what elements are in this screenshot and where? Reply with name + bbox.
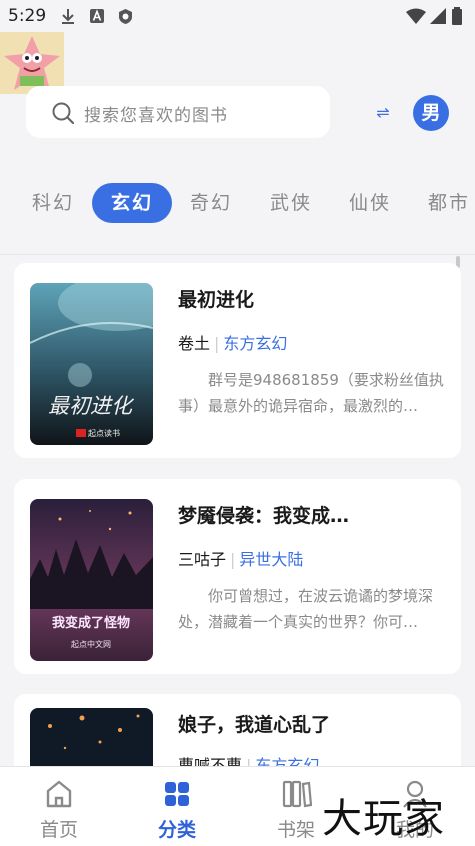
search-icon bbox=[52, 102, 74, 124]
battery-icon bbox=[452, 7, 462, 25]
tab-scifi[interactable]: 科幻 bbox=[32, 183, 74, 223]
book-genre[interactable]: 异世大陆 bbox=[239, 550, 303, 569]
book-cover: 最初进化 起点读书 bbox=[30, 283, 153, 445]
tab-xianxia[interactable]: 仙侠 bbox=[349, 183, 391, 223]
book-cover: 我变成了怪物 起点中文网 bbox=[30, 499, 153, 661]
download-icon bbox=[62, 9, 74, 24]
app-a-icon bbox=[90, 9, 104, 23]
book-intro: 群号是948681859（要求粉丝值执事）最意外的诡异宿命，最激烈的… bbox=[178, 371, 444, 415]
nav-home[interactable]: 首页 bbox=[0, 767, 118, 846]
cover-title-text: 我变成了怪物 bbox=[52, 615, 130, 631]
book-title: 娘子，我道心乱了 bbox=[178, 714, 331, 736]
patrick-avatar-sticker bbox=[0, 32, 64, 94]
book-author: 三咕子 bbox=[178, 550, 227, 569]
search-placeholder: 搜索您喜欢的图书 bbox=[84, 106, 228, 126]
gender-toggle-button[interactable]: 男 bbox=[413, 95, 449, 131]
cover-brand-text: 起点中文网 bbox=[71, 639, 111, 649]
book-title: 梦魇侵袭：我变成… bbox=[178, 505, 350, 527]
signal-icon bbox=[430, 8, 446, 24]
watermark-logo: 大玩家 bbox=[322, 796, 445, 842]
tab-wuxia[interactable]: 武侠 bbox=[270, 183, 312, 223]
category-tabs: 科幻 玄幻 奇幻 武侠 仙侠 都市 bbox=[0, 183, 475, 223]
nav-home-label: 首页 bbox=[39, 819, 78, 841]
book-card[interactable]: 最初进化 起点读书 最初进化 卷土 | 东方玄幻 群号是948681859（要求粉丝… bbox=[14, 263, 461, 458]
search-input[interactable]: 搜索您喜欢的图书 bbox=[26, 86, 330, 138]
status-bar: 5:29 bbox=[0, 0, 475, 32]
nav-category[interactable]: 分类 bbox=[118, 767, 236, 846]
tab-urban[interactable]: 都市 bbox=[428, 183, 475, 223]
status-time: 5:29 bbox=[8, 6, 47, 26]
shield-app-icon bbox=[119, 9, 132, 24]
wifi-icon bbox=[406, 8, 426, 24]
swap-icon[interactable]: ⇌ bbox=[372, 102, 394, 124]
book-title: 最初进化 bbox=[178, 289, 255, 311]
cover-brand-text: 起点读书 bbox=[88, 428, 120, 438]
nav-category-label: 分类 bbox=[157, 819, 196, 841]
tab-fantasy[interactable]: 奇幻 bbox=[190, 183, 232, 223]
book-card[interactable]: 我变成了怪物 起点中文网 梦魇侵袭：我变成… 三咕子 | 异世大陆 你可曾想过，在波… bbox=[14, 479, 461, 674]
bookshelf-icon bbox=[282, 780, 312, 808]
book-author: 卷土 bbox=[178, 334, 211, 353]
divider bbox=[0, 254, 475, 255]
book-meta: 卷土 | 东方玄幻 bbox=[178, 330, 287, 354]
cover-title-text: 最初进化 bbox=[48, 394, 135, 418]
book-intro: 你可曾想过，在波云诡谲的梦境深处，潜藏着一个真实的世界？你可… bbox=[178, 587, 434, 631]
book-genre[interactable]: 东方玄幻 bbox=[223, 334, 287, 353]
book-meta: 三咕子 | 异世大陆 bbox=[178, 546, 303, 570]
meta-separator: | bbox=[230, 550, 236, 569]
grid-icon bbox=[165, 782, 189, 806]
meta-separator: | bbox=[214, 334, 220, 353]
tab-xuanhuan[interactable]: 玄幻 bbox=[92, 183, 172, 223]
home-icon bbox=[46, 780, 72, 808]
